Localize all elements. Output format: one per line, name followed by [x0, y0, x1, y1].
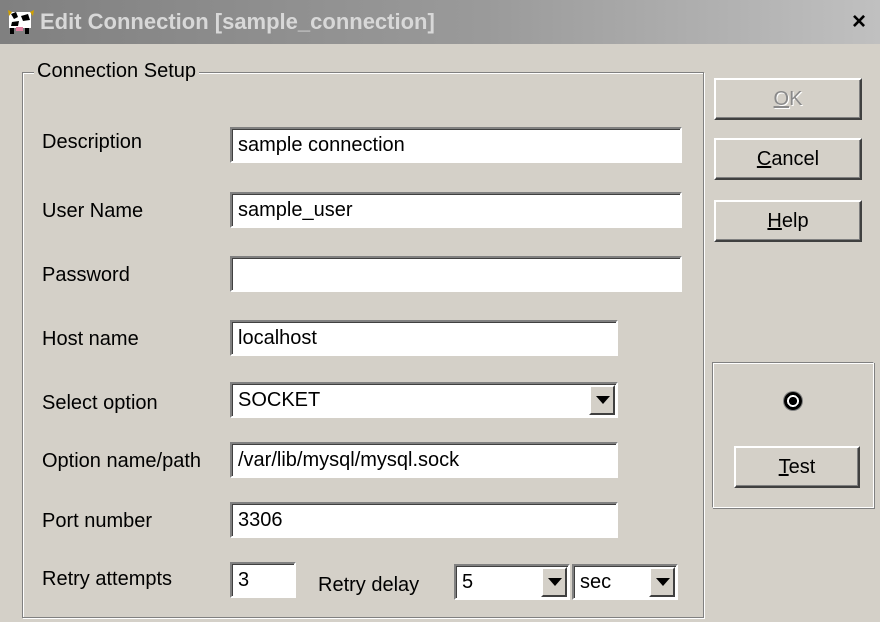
close-button[interactable]: × — [842, 8, 876, 36]
select-option-dropdown[interactable]: SOCKET — [230, 382, 618, 418]
option-path-field[interactable]: /var/lib/mysql/mysql.sock — [230, 442, 618, 478]
cow-icon — [6, 8, 36, 36]
select-option-value: SOCKET — [238, 389, 321, 411]
retry-attempts-field[interactable]: 3 — [230, 562, 296, 598]
help-mnemonic: H — [767, 210, 782, 232]
user-name-field[interactable]: sample_user — [230, 192, 682, 228]
cancel-mnemonic: C — [756, 148, 772, 170]
help-button[interactable]: Help — [714, 200, 862, 242]
cancel-button[interactable]: Cancel — [714, 138, 862, 180]
help-label-rest: elp — [781, 210, 809, 232]
retry-delay-label: Retry delay — [318, 574, 420, 596]
retry-delay-unit-dropdown[interactable]: sec — [572, 564, 678, 600]
window-title: Edit Connection [sample_connection] — [40, 9, 435, 34]
chevron-down-icon[interactable] — [541, 567, 567, 597]
host-name-field[interactable]: localhost — [230, 320, 618, 356]
test-label-rest: est — [788, 456, 816, 478]
ok-mnemonic: O — [773, 88, 790, 110]
port-number-field[interactable]: 3306 — [230, 502, 618, 538]
group-title: Connection Setup — [34, 60, 200, 83]
select-option-label: Select option — [42, 392, 158, 414]
status-indicator-icon — [784, 392, 802, 410]
password-label: Password — [42, 264, 130, 286]
cancel-label-rest: ancel — [771, 148, 820, 170]
retry-attempts-label: Retry attempts — [42, 568, 173, 590]
host-name-label: Host name — [42, 328, 139, 350]
ok-label-rest: K — [789, 88, 803, 110]
retry-delay-dropdown[interactable]: 5 — [454, 564, 570, 600]
description-field[interactable]: sample connection — [230, 127, 682, 163]
description-label: Description — [42, 131, 143, 153]
test-mnemonic: T — [778, 456, 789, 478]
user-name-label: User Name — [42, 200, 144, 222]
test-button[interactable]: Test — [734, 446, 860, 488]
chevron-down-icon[interactable] — [649, 567, 675, 597]
retry-delay-unit-value: sec — [580, 571, 612, 593]
ok-button[interactable]: OK — [714, 78, 862, 120]
port-number-label: Port number — [42, 510, 153, 532]
edit-connection-dialog: Edit Connection [sample_connection] × Co… — [0, 0, 880, 622]
option-path-label: Option name/path — [42, 450, 201, 472]
password-field[interactable] — [230, 256, 682, 292]
chevron-down-icon[interactable] — [589, 385, 615, 415]
retry-delay-value: 5 — [462, 571, 474, 593]
